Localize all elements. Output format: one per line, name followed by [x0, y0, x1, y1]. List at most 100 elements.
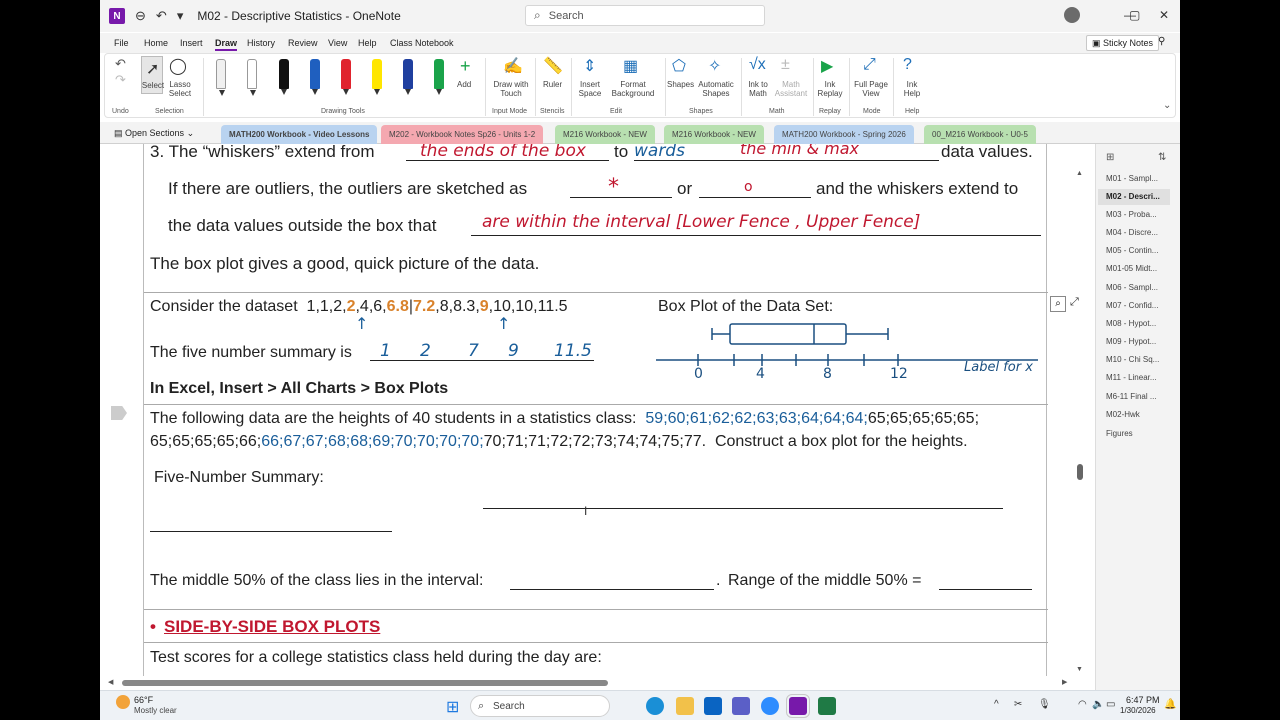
page-search-icon[interactable]: ⌕ — [1050, 296, 1066, 312]
undo-title-icon[interactable]: ↶ — [156, 8, 167, 24]
scroll-down-icon[interactable]: ▼ — [1076, 666, 1083, 673]
scroll-left-icon[interactable]: ◀ — [108, 678, 113, 686]
clock-time[interactable]: 6:47 PM — [1126, 695, 1160, 705]
vertical-scrollbar-thumb[interactable] — [1077, 464, 1083, 480]
page-item[interactable]: M08 - Hypot... — [1106, 319, 1156, 328]
sticky-notes-button[interactable]: ▣ Sticky Notes — [1086, 35, 1160, 51]
notifications-icon[interactable]: 🔔 — [1164, 699, 1176, 710]
excel-icon[interactable] — [818, 697, 836, 715]
full-page-view-icon[interactable]: ⤢ — [863, 56, 876, 74]
horizontal-scrollbar-thumb[interactable] — [122, 680, 608, 686]
black-pen[interactable] — [279, 59, 289, 95]
open-sections-button[interactable]: ▤ Open Sections ⌄ — [114, 128, 194, 139]
ink-replay-icon[interactable]: ▶ — [821, 56, 833, 76]
zoom-icon[interactable] — [761, 697, 779, 715]
side-by-side-heading: SIDE-BY-SIDE BOX PLOTS — [164, 617, 381, 636]
arrow-up-icon: ↑ — [355, 314, 369, 333]
page-item[interactable]: M03 - Proba... — [1106, 210, 1157, 219]
section-tab-0[interactable]: MATH200 Workbook - Video Lessons — [221, 125, 378, 144]
section-tab-4[interactable]: MATH200 Workbook - Spring 2026 — [774, 125, 914, 144]
edge-icon[interactable] — [646, 697, 664, 715]
axis-label-12: 12 — [890, 366, 908, 382]
expand-icon[interactable]: ⤢ — [1070, 296, 1079, 309]
section-tab-1[interactable]: M202 - Workbook Notes Sp26 - Units 1-2 — [381, 125, 544, 144]
teams-icon[interactable] — [732, 697, 750, 715]
add-page-icon[interactable]: ⊞ — [1106, 152, 1114, 163]
page-item[interactable]: M05 - Contin... — [1106, 246, 1158, 255]
scroll-right-icon[interactable]: ▶ — [1062, 678, 1067, 686]
page-item[interactable]: M06 - Sampl... — [1106, 283, 1158, 292]
page-item[interactable]: M07 - Confid... — [1106, 301, 1158, 310]
sort-icon[interactable]: ⇅ — [1158, 152, 1166, 163]
battery-icon[interactable]: ▭ — [1106, 699, 1115, 710]
avatar[interactable] — [1064, 7, 1080, 23]
section-tab-3[interactable]: M216 Workbook - NEW — [664, 125, 764, 144]
select-button[interactable]: ➚ Select — [141, 56, 164, 94]
page-item[interactable]: M01-05 Midt... — [1106, 264, 1157, 273]
microphone-icon[interactable]: 🎙 — [1038, 699, 1051, 710]
insert-space-icon[interactable]: ⇕ — [583, 56, 596, 76]
menu-file[interactable]: File — [114, 38, 129, 48]
page-item[interactable]: M09 - Hypot... — [1106, 337, 1156, 346]
green-pen[interactable] — [434, 59, 444, 95]
page-item[interactable]: M11 - Linear... — [1106, 373, 1157, 382]
menu-draw[interactable]: Draw — [215, 38, 238, 51]
yellow-highlighter[interactable] — [372, 59, 382, 95]
page-item-selected[interactable]: M02 - Descri... — [1098, 189, 1170, 205]
menu-help[interactable]: Help — [358, 38, 377, 48]
menu-history[interactable]: History — [247, 38, 275, 48]
scroll-up-icon[interactable]: ▲ — [1076, 170, 1083, 177]
format-background-icon[interactable]: ▦ — [623, 56, 638, 76]
clock-date[interactable]: 1/30/2026 — [1120, 706, 1156, 715]
menu-review[interactable]: Review — [288, 38, 318, 48]
page-item[interactable]: M10 - Chi Sq... — [1106, 355, 1159, 364]
menu-insert[interactable]: Insert — [180, 38, 203, 48]
lasso-icon[interactable]: ◯ — [169, 56, 187, 76]
wifi-icon[interactable]: ◠ — [1078, 699, 1087, 710]
red-pen[interactable] — [341, 59, 351, 95]
page-item[interactable]: M01 - Sampl... — [1106, 174, 1158, 183]
taskbar-search[interactable]: ⌕ Search — [470, 695, 610, 717]
shapes-icon[interactable]: ⬠ — [672, 56, 686, 76]
outlook-icon[interactable] — [704, 697, 722, 715]
close-button[interactable]: ✕ — [1159, 8, 1169, 22]
redo-icon[interactable]: ↷ — [115, 72, 126, 88]
ruler-icon[interactable]: 📏 — [543, 56, 563, 76]
page-item[interactable]: Figures — [1106, 429, 1133, 438]
draw-touch-icon[interactable]: ✍ — [503, 56, 523, 76]
onenote-taskbar-icon[interactable] — [786, 694, 810, 718]
add-pen-icon[interactable]: + — [460, 56, 471, 77]
collapse-ribbon-icon[interactable]: ⌄ — [1163, 100, 1171, 111]
menu-class-notebook[interactable]: Class Notebook — [390, 38, 454, 48]
section-tab-5[interactable]: 00_M216 Workbook - U0-5 — [924, 125, 1036, 144]
dropdown-icon[interactable]: ▾ — [177, 8, 184, 24]
tray-icon[interactable]: ✂ — [1014, 699, 1022, 710]
pencil-pen[interactable] — [247, 59, 257, 96]
file-explorer-icon[interactable] — [676, 697, 694, 715]
weather-icon[interactable] — [116, 695, 130, 709]
navy-pen[interactable] — [403, 59, 413, 95]
weather-desc[interactable]: Mostly clear — [134, 706, 177, 715]
menu-home[interactable]: Home — [144, 38, 168, 48]
pin-icon[interactable]: ⚲ — [1158, 36, 1165, 47]
maximize-button[interactable]: ▢ — [1129, 8, 1140, 22]
page-canvas[interactable]: 3. The “whiskers” extend from the ends o… — [100, 144, 1095, 676]
eraser-pen[interactable] — [216, 59, 226, 96]
search-box[interactable]: ⌕ Search — [525, 5, 765, 26]
start-icon[interactable]: ⊞ — [446, 697, 459, 717]
page-item[interactable]: M04 - Discre... — [1106, 228, 1158, 237]
undo-icon[interactable]: ↶ — [115, 56, 126, 72]
weather-temp[interactable]: 66°F — [134, 695, 153, 705]
ink-help-icon[interactable]: ? — [903, 56, 912, 74]
section-tab-2[interactable]: M216 Workbook - NEW — [555, 125, 655, 144]
automatic-shapes-icon[interactable]: ✧ — [708, 56, 721, 76]
blue-pen[interactable] — [310, 59, 320, 95]
page-item[interactable]: M02-Hwk — [1106, 410, 1140, 419]
back-icon[interactable]: ⊖ — [135, 8, 146, 24]
menu-view[interactable]: View — [328, 38, 347, 48]
chevron-up-icon[interactable]: ^ — [994, 699, 999, 710]
paragraph-handle-icon[interactable] — [111, 406, 127, 420]
page-item[interactable]: M6-11 Final ... — [1106, 392, 1157, 401]
volume-icon[interactable]: 🔈 — [1092, 699, 1104, 710]
ink-to-math-icon[interactable]: √x — [749, 56, 766, 74]
